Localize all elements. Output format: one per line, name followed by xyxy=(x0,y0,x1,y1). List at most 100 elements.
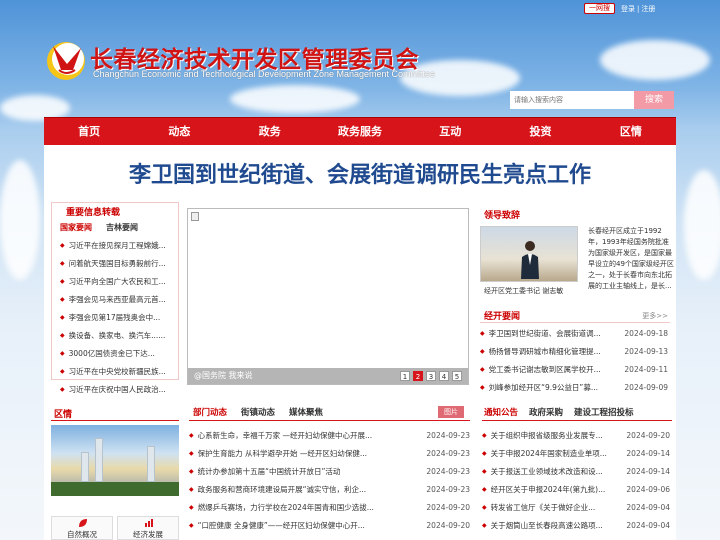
carousel-page-5[interactable]: 5 xyxy=(452,371,462,381)
main-content: 李卫国到世纪街道、会展街道调研民生亮点工作 重要信息转载 国家要闻 吉林要闻 ◆… xyxy=(44,145,676,540)
leader-description: 长春经开区成立于1992年，1993年经国务院批准为国家级开发区，是国家最早设立… xyxy=(588,227,674,290)
economic-development-button[interactable]: 经济发展 xyxy=(117,516,179,540)
nature-overview-label: 自然概况 xyxy=(67,530,97,539)
carousel-pagination: 1 2 3 4 5 xyxy=(397,371,462,381)
person-icon xyxy=(521,241,539,279)
important-news-list: ◆ 习近平在接见探月工程嫦娥... ◆ 问着航天强国目标勇毅前行... ◆ 习近平向全… xyxy=(60,236,174,398)
notices-tabs: 通知公告 政府采购 建设工程招投标 xyxy=(484,406,645,418)
important-news-tabs: 国家要闻 吉林要闻 xyxy=(60,222,152,233)
tab-street-news[interactable]: 街镇动态 xyxy=(241,406,275,418)
building-shape xyxy=(81,452,89,482)
link-separator: | xyxy=(637,4,640,13)
kf-news-title: 经开要闻 xyxy=(484,312,521,322)
tab-procurement[interactable]: 政府采购 xyxy=(529,406,563,418)
leaf-icon xyxy=(79,519,87,527)
tab-jilin-news[interactable]: 吉林要闻 xyxy=(106,222,138,233)
nav-item-home[interactable]: 首页 xyxy=(44,118,134,145)
list-item[interactable]: ◆ 党工委书记谢志敏到区属学校开... 2024-09-11 xyxy=(480,360,668,378)
broken-image-icon xyxy=(191,212,199,221)
building-shape xyxy=(147,446,155,482)
list-item[interactable]: ◆ 心系新生命，幸福千万家 —经开妇幼保健中心开展... 2024-09-23 xyxy=(189,426,470,444)
nature-overview-button[interactable]: 自然概况 xyxy=(51,516,113,540)
cloud-decoration xyxy=(684,170,720,280)
list-item[interactable]: ◆ 关于烟筒山至长春段高速公路项... 2024-09-04 xyxy=(482,516,670,534)
nav-item-affairs[interactable]: 政务 xyxy=(225,118,315,145)
district-buttons: 自然概况 经济发展 xyxy=(51,516,179,540)
list-item[interactable]: ◆ 习近平向全国广大农民和工... xyxy=(60,272,174,290)
divider xyxy=(189,420,470,421)
login-link[interactable]: 登录 xyxy=(621,4,635,14)
search-input[interactable] xyxy=(510,91,634,109)
site-subtitle-en: Changchun Economic and Technological Dev… xyxy=(93,69,436,79)
cloud-decoration xyxy=(0,160,40,280)
divider xyxy=(482,420,672,421)
register-link[interactable]: 注册 xyxy=(641,4,655,14)
leader-photo[interactable] xyxy=(480,226,578,282)
tab-department-news[interactable]: 部门动态 xyxy=(193,406,227,418)
list-item[interactable]: ◆ 关于申报2024年国家制造业单项... 2024-09-14 xyxy=(482,444,670,462)
list-item[interactable]: ◆ 李卫国到世纪街道、会展街道调... 2024-09-18 xyxy=(480,324,668,342)
divider xyxy=(480,322,670,323)
top-links: 一网搜 登录 | 注册 xyxy=(584,3,655,14)
important-news-panel: 重要信息转载 国家要闻 吉林要闻 ◆ 习近平在接见探月工程嫦娥... ◆ 问着航天强… xyxy=(51,202,179,394)
pictures-badge[interactable]: 图片 xyxy=(438,406,464,418)
tab-notices[interactable]: 通知公告 xyxy=(484,406,518,418)
divider xyxy=(51,420,179,421)
cloud-decoration xyxy=(230,85,360,113)
kf-news-list: ◆ 李卫国到世纪街道、会展街道调... 2024-09-18 ◆ 杨扬督导调研城市精细… xyxy=(480,324,668,396)
list-item[interactable]: ◆ 政务服务和营商环境建设局开展“诚实守信，利企... 2024-09-23 xyxy=(189,480,470,498)
carousel-page-2[interactable]: 2 xyxy=(413,371,423,381)
headline-link[interactable]: 李卫国到世纪街道、会展街道调研民生亮点工作 xyxy=(44,157,676,189)
list-item[interactable]: ◆ 习近平在中央党校新疆民族... xyxy=(60,362,174,380)
emblem-logo-icon xyxy=(47,42,85,80)
list-item[interactable]: ◆ 燃爆乒乓赛场，力行学校在2024年国青和国少选拔... 2024-09-20 xyxy=(189,498,470,516)
nav-item-news[interactable]: 动态 xyxy=(134,118,224,145)
tab-media-focus[interactable]: 媒体聚焦 xyxy=(289,406,323,418)
nav-item-services[interactable]: 政务服务 xyxy=(315,118,405,145)
kf-news-more-link[interactable]: 更多>> xyxy=(642,311,668,321)
tab-national-news[interactable]: 国家要闻 xyxy=(60,222,92,233)
list-item[interactable]: ◆ “口腔健康 全身健康”——经开区妇幼保健中心开... 2024-09-20 xyxy=(189,516,470,534)
list-item[interactable]: ◆ 统计办参加第十五届“中国统计开放日”活动 2024-09-23 xyxy=(189,462,470,480)
notices-list: ◆ 关于组织申报省级服务业发展专... 2024-09-20 ◆ 关于申报2024年国… xyxy=(482,426,670,534)
nav-item-interaction[interactable]: 互动 xyxy=(405,118,495,145)
photo-carousel[interactable]: @国务院 我来说 1 2 3 4 5 xyxy=(187,208,469,385)
list-item[interactable]: ◆ 关于报送工业领域技术改造和设... 2024-09-14 xyxy=(482,462,670,480)
search-bar: 搜索 xyxy=(510,91,674,109)
carousel-page-4[interactable]: 4 xyxy=(439,371,449,381)
list-item[interactable]: ◆ 李强会见第17届残奥会中... xyxy=(60,308,174,326)
list-item[interactable]: ◆ 保护生育能力 从科学避孕开始 —经开区妇幼保健... 2024-09-23 xyxy=(189,444,470,462)
leader-speech-panel: 领导致辞 经开区党工委书记 谢志敏 长春经开区成立于1992年，1993年经国务… xyxy=(480,202,676,307)
economic-development-label: 经济发展 xyxy=(133,530,163,539)
search-button[interactable]: 搜索 xyxy=(634,91,674,109)
list-item[interactable]: ◆ 3000亿国债资金已下达... xyxy=(60,344,174,362)
important-news-title: 重要信息转载 xyxy=(66,208,121,218)
list-item[interactable]: ◆ 问着航天强国目标勇毅前行... xyxy=(60,254,174,272)
list-item[interactable]: ◆ 杨扬督导调研城市精细化管理提... 2024-09-13 xyxy=(480,342,668,360)
nav-item-district[interactable]: 区情 xyxy=(586,118,676,145)
list-item[interactable]: ◆ 刘峰参加经开区“9.9公益日”募... 2024-09-09 xyxy=(480,378,668,396)
list-item[interactable]: ◆ 关于组织申报省级服务业发展专... 2024-09-20 xyxy=(482,426,670,444)
list-item[interactable]: ◆ 经开区关于申报2024年(第九批)... 2024-09-06 xyxy=(482,480,670,498)
district-title: 区情 xyxy=(54,410,73,420)
district-photo[interactable] xyxy=(51,425,179,496)
department-news-list: ◆ 心系新生命，幸福千万家 —经开妇幼保健中心开展... 2024-09-23 ◆ 保… xyxy=(189,426,470,534)
chart-icon xyxy=(145,519,153,527)
carousel-page-1[interactable]: 1 xyxy=(400,371,410,381)
nav-item-investment[interactable]: 投资 xyxy=(495,118,585,145)
yiwang-search-link[interactable]: 一网搜 xyxy=(584,3,615,14)
leader-speech-title: 领导致辞 xyxy=(484,211,521,221)
department-news-tabs: 部门动态 街镇动态 媒体聚焦 xyxy=(193,406,337,418)
main-nav: 首页 动态 政务 政务服务 互动 投资 区情 xyxy=(44,117,676,145)
list-item[interactable]: ◆ 转发省工信厅《关于做好企业... 2024-09-04 xyxy=(482,498,670,516)
list-item[interactable]: ◆ 李强会见马来西亚最高元首... xyxy=(60,290,174,308)
carousel-caption[interactable]: @国务院 我来说 xyxy=(194,370,253,381)
list-item[interactable]: ◆ 习近平在接见探月工程嫦娥... xyxy=(60,236,174,254)
tab-bidding[interactable]: 建设工程招投标 xyxy=(574,406,634,418)
carousel-page-3[interactable]: 3 xyxy=(426,371,436,381)
cloud-decoration xyxy=(600,40,710,80)
ground-shape xyxy=(51,482,179,496)
list-item[interactable]: ◆ 习近平在庆祝中国人民政治... xyxy=(60,380,174,398)
leader-caption: 经开区党工委书记 谢志敏 xyxy=(484,287,564,295)
list-item[interactable]: ◆ 换设备、换家电、换汽车...... xyxy=(60,326,174,344)
